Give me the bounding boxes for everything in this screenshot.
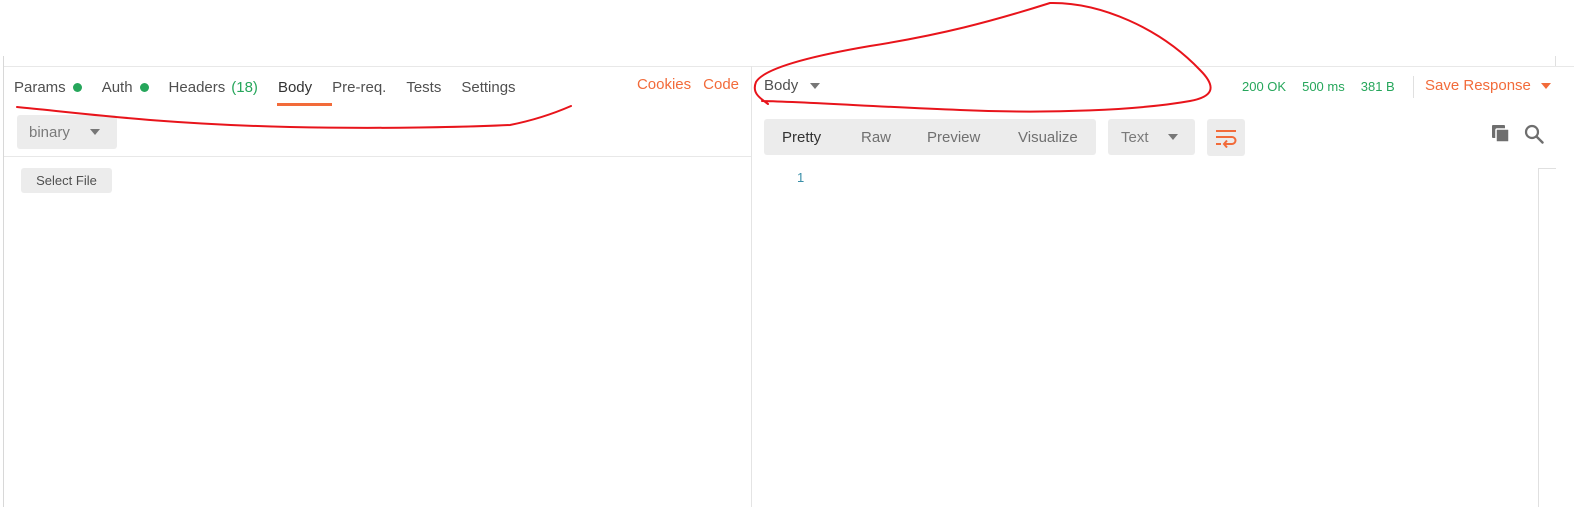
tab-params[interactable]: Params xyxy=(14,79,82,96)
tab-pre-request-label: Pre-req. xyxy=(332,78,387,96)
response-meta: 200 OK 500 ms 381 B xyxy=(1242,79,1411,94)
format-select[interactable]: Text xyxy=(1108,119,1195,155)
tab-body-label: Body xyxy=(277,78,313,96)
chevron-down-icon xyxy=(1540,82,1551,89)
tab-headers[interactable]: Headers (18) xyxy=(169,79,258,96)
params-indicator-dot xyxy=(72,82,82,92)
search-icon[interactable] xyxy=(1524,124,1544,144)
save-response-label: Save Response xyxy=(1425,77,1531,94)
pane-divider[interactable] xyxy=(751,66,752,507)
tab-auth[interactable]: Auth xyxy=(102,79,149,96)
headers-count: (18) xyxy=(231,78,258,96)
editor-border xyxy=(1538,168,1556,169)
view-mode-group: Pretty Raw Preview Visualize xyxy=(764,119,1096,155)
tab-body[interactable]: Body xyxy=(278,79,312,96)
view-pretty-button[interactable]: Pretty xyxy=(782,129,821,146)
tab-settings-label: Settings xyxy=(461,78,516,96)
view-raw-button[interactable]: Raw xyxy=(861,129,891,146)
tab-auth-label: Auth xyxy=(101,78,133,96)
auth-indicator-dot xyxy=(139,82,149,92)
copy-icon[interactable] xyxy=(1492,125,1510,143)
tab-tests[interactable]: Tests xyxy=(406,79,441,96)
tab-headers-label: Headers xyxy=(168,78,226,96)
wrap-lines-icon xyxy=(1216,129,1237,148)
request-toolbar-divider xyxy=(4,156,751,157)
request-links: Cookies Code xyxy=(625,76,739,93)
frame-border-right xyxy=(1555,56,1556,66)
response-section-select[interactable]: Body xyxy=(764,77,821,94)
response-section-label: Body xyxy=(764,77,799,94)
code-link[interactable]: Code xyxy=(703,76,739,93)
wrap-lines-button[interactable] xyxy=(1207,119,1245,156)
chevron-down-icon xyxy=(90,129,100,135)
response-size[interactable]: 381 B xyxy=(1361,79,1395,94)
tab-tests-label: Tests xyxy=(406,78,442,96)
format-value: Text xyxy=(1121,128,1149,146)
chevron-down-icon xyxy=(1168,134,1178,140)
cookies-link[interactable]: Cookies xyxy=(637,76,691,93)
response-time[interactable]: 500 ms xyxy=(1302,79,1345,94)
annotation-circle xyxy=(753,1,1212,113)
line-number: 1 xyxy=(797,170,805,185)
view-preview-button[interactable]: Preview xyxy=(927,129,980,146)
frame-border-top xyxy=(4,66,1574,67)
request-tabs: Params Auth Headers (18) Body Pre-req. T… xyxy=(14,76,536,98)
tab-pre-request[interactable]: Pre-req. xyxy=(332,79,386,96)
save-response-button[interactable]: Save Response xyxy=(1425,77,1551,94)
editor-scrollbar[interactable] xyxy=(1538,168,1539,507)
meta-divider xyxy=(1413,76,1414,98)
select-file-button[interactable]: Select File xyxy=(21,168,112,193)
body-type-value: binary xyxy=(29,123,70,141)
tab-settings[interactable]: Settings xyxy=(461,79,515,96)
view-visualize-button[interactable]: Visualize xyxy=(1018,129,1078,146)
frame-border xyxy=(3,56,4,507)
body-type-select[interactable]: binary xyxy=(17,115,117,149)
active-tab-underline xyxy=(277,103,332,106)
status-code[interactable]: 200 OK xyxy=(1242,79,1286,94)
tab-params-label: Params xyxy=(14,78,66,96)
chevron-down-icon xyxy=(810,82,821,89)
